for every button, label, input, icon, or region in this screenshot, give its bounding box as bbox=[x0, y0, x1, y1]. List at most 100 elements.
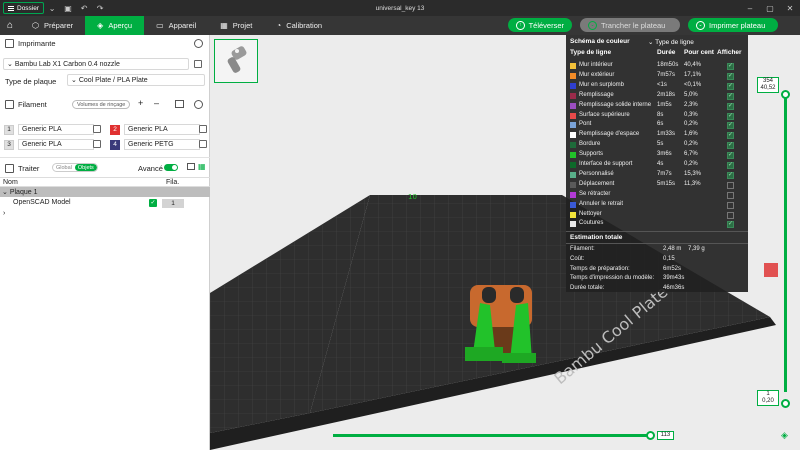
move-slider-value: 113 bbox=[657, 431, 674, 440]
layer-bottom-readout: 1 0,20 bbox=[757, 390, 779, 406]
line-type-name: Se rétracter bbox=[579, 190, 611, 197]
sidebar: Imprimante ⌄ Bambu Lab X1 Carbon 0.4 noz… bbox=[0, 35, 210, 450]
remove-icon[interactable]: – bbox=[154, 98, 159, 108]
filament-slot-4[interactable]: 4 Generic PETG bbox=[110, 139, 200, 150]
show-checkbox[interactable] bbox=[727, 112, 734, 120]
show-checkbox[interactable] bbox=[727, 131, 734, 140]
line-type-select[interactable]: ⌄ Type de ligne bbox=[648, 38, 694, 46]
line-type-percent: 0,2% bbox=[684, 141, 698, 148]
object-row[interactable]: OpenSCAD Model ✓ 1 bbox=[0, 198, 210, 208]
upload-button[interactable]: ↑ Téléverser bbox=[508, 18, 572, 32]
printer-icon bbox=[5, 38, 14, 48]
color-scheme-panel: Schéma de couleur ⌄ Type de ligne Type d… bbox=[566, 35, 748, 292]
tab-calibration[interactable]: ◔ Calibration bbox=[264, 16, 334, 35]
tab-label: Projet bbox=[232, 21, 253, 30]
slice-plate-button[interactable]: ⌄ Trancher le plateau bbox=[580, 18, 680, 32]
show-checkbox[interactable] bbox=[727, 171, 734, 179]
layer-top-readout: 354 40,52 bbox=[757, 77, 779, 93]
layers-icon[interactable]: ◈ bbox=[781, 430, 788, 441]
show-checkbox[interactable] bbox=[727, 121, 734, 130]
show-checkbox[interactable] bbox=[727, 220, 734, 229]
tab-preview[interactable]: ◈ Aperçu bbox=[85, 16, 145, 35]
flush-volumes-button[interactable]: Volumes de rinçage bbox=[72, 100, 131, 109]
add-icon[interactable]: + bbox=[138, 98, 143, 108]
show-checkbox[interactable] bbox=[727, 72, 734, 80]
show-checkbox[interactable] bbox=[727, 102, 734, 110]
show-checkbox[interactable] bbox=[727, 181, 734, 189]
estimate-value: 0,15 bbox=[663, 255, 675, 262]
printer-model: Bambu Lab X1 Carbon 0.4 nozzle bbox=[14, 60, 120, 68]
print-plate-button[interactable]: ⌄ Imprimer plateau bbox=[688, 18, 778, 32]
filament-slot-1[interactable]: 1 Generic PLA bbox=[4, 124, 94, 135]
sync-icon[interactable] bbox=[175, 100, 184, 108]
estimate-key: Coût: bbox=[570, 255, 585, 262]
gear-icon[interactable] bbox=[194, 100, 203, 109]
save-icon[interactable]: ▣ bbox=[60, 0, 76, 16]
show-checkbox[interactable] bbox=[727, 82, 734, 90]
visibility-checkbox[interactable]: ✓ bbox=[149, 199, 157, 207]
edit-icon[interactable] bbox=[199, 125, 207, 133]
advanced-toggle[interactable] bbox=[164, 164, 178, 171]
edit-icon[interactable] bbox=[93, 140, 101, 148]
home-icon[interactable]: ⌂ bbox=[0, 16, 20, 35]
show-checkbox[interactable] bbox=[727, 62, 734, 70]
show-checkbox[interactable] bbox=[727, 191, 734, 199]
global-option[interactable]: Global bbox=[53, 164, 75, 171]
redo-icon[interactable]: ↷ bbox=[92, 0, 108, 16]
printer-section-header: Imprimante bbox=[0, 36, 210, 50]
tab-project[interactable]: ▦ Projet bbox=[208, 16, 264, 35]
show-checkbox[interactable] bbox=[727, 211, 734, 219]
plate-row[interactable]: ⌄ Plaque 1 bbox=[0, 187, 210, 197]
show-checkbox[interactable] bbox=[727, 92, 734, 100]
color-swatch bbox=[570, 102, 576, 109]
chevron-down-icon[interactable]: ⌄ bbox=[44, 0, 60, 16]
maximize-icon[interactable]: ▢ bbox=[760, 0, 780, 16]
svg-text:10: 10 bbox=[408, 193, 417, 201]
plate-thumbnail[interactable] bbox=[214, 39, 258, 83]
header-percent: Pour cent bbox=[684, 49, 714, 56]
color-swatch bbox=[570, 72, 576, 79]
chevron-right-icon[interactable]: › bbox=[3, 210, 5, 217]
edit-icon[interactable] bbox=[199, 140, 207, 148]
minimize-icon[interactable]: – bbox=[740, 0, 760, 16]
layer-bottom-handle[interactable] bbox=[781, 399, 790, 408]
legend-row: Mur en surplomb <1s <0,1% bbox=[566, 81, 748, 91]
object-name: OpenSCAD Model bbox=[13, 199, 71, 206]
edit-icon[interactable] bbox=[194, 60, 202, 68]
tab-prepare[interactable]: ⬡ Préparer bbox=[20, 16, 85, 35]
legend-row: Remplissage solide interne 1m5s 2,3% bbox=[566, 101, 748, 111]
bottom-layer-number: 1 bbox=[766, 391, 770, 397]
global-objects-toggle[interactable]: Global Objets bbox=[52, 163, 98, 172]
filament-slot-2[interactable]: 2 Generic PLA bbox=[110, 124, 200, 135]
line-type-percent: 2,3% bbox=[684, 101, 698, 108]
grid-settings-icon[interactable]: ▦ bbox=[198, 162, 206, 171]
printer-select[interactable]: ⌄ Bambu Lab X1 Carbon 0.4 nozzle bbox=[3, 58, 189, 70]
object-filament[interactable]: 1 bbox=[162, 199, 184, 208]
column-filament: Fila. bbox=[166, 179, 180, 186]
show-checkbox[interactable] bbox=[727, 201, 734, 209]
layer-top-handle[interactable] bbox=[781, 90, 790, 99]
file-menu-button[interactable]: Dossier bbox=[3, 2, 45, 14]
tab-device[interactable]: ▭ Appareil bbox=[144, 16, 208, 35]
estimate-key: Temps d'impression du modèle: bbox=[570, 275, 655, 282]
edit-icon[interactable] bbox=[93, 125, 101, 133]
show-checkbox[interactable] bbox=[727, 161, 734, 169]
show-checkbox[interactable] bbox=[727, 151, 734, 160]
book-icon[interactable] bbox=[187, 163, 195, 170]
column-name: Nom bbox=[3, 179, 18, 186]
plate-type-select[interactable]: ⌄ Cool Plate / PLA Plate bbox=[67, 74, 205, 86]
line-type-name: Déplacement bbox=[579, 180, 615, 187]
objects-option[interactable]: Objets bbox=[74, 164, 97, 171]
move-slider-handle[interactable] bbox=[646, 431, 655, 440]
filament-slot-3[interactable]: 3 Generic PLA bbox=[4, 139, 94, 150]
advanced-label: Avancé bbox=[138, 164, 163, 173]
gear-icon[interactable] bbox=[194, 39, 203, 48]
show-checkbox[interactable] bbox=[727, 141, 734, 150]
estimate-value-secondary: 7,39 g bbox=[688, 246, 705, 252]
move-slider[interactable] bbox=[333, 434, 653, 437]
undo-icon[interactable]: ↶ bbox=[76, 0, 92, 16]
layer-slider[interactable] bbox=[784, 96, 787, 392]
line-type-duration: 7m7s bbox=[657, 170, 672, 177]
plate-type-value: Cool Plate / PLA Plate bbox=[78, 76, 148, 84]
close-icon[interactable]: ✕ bbox=[780, 0, 800, 16]
